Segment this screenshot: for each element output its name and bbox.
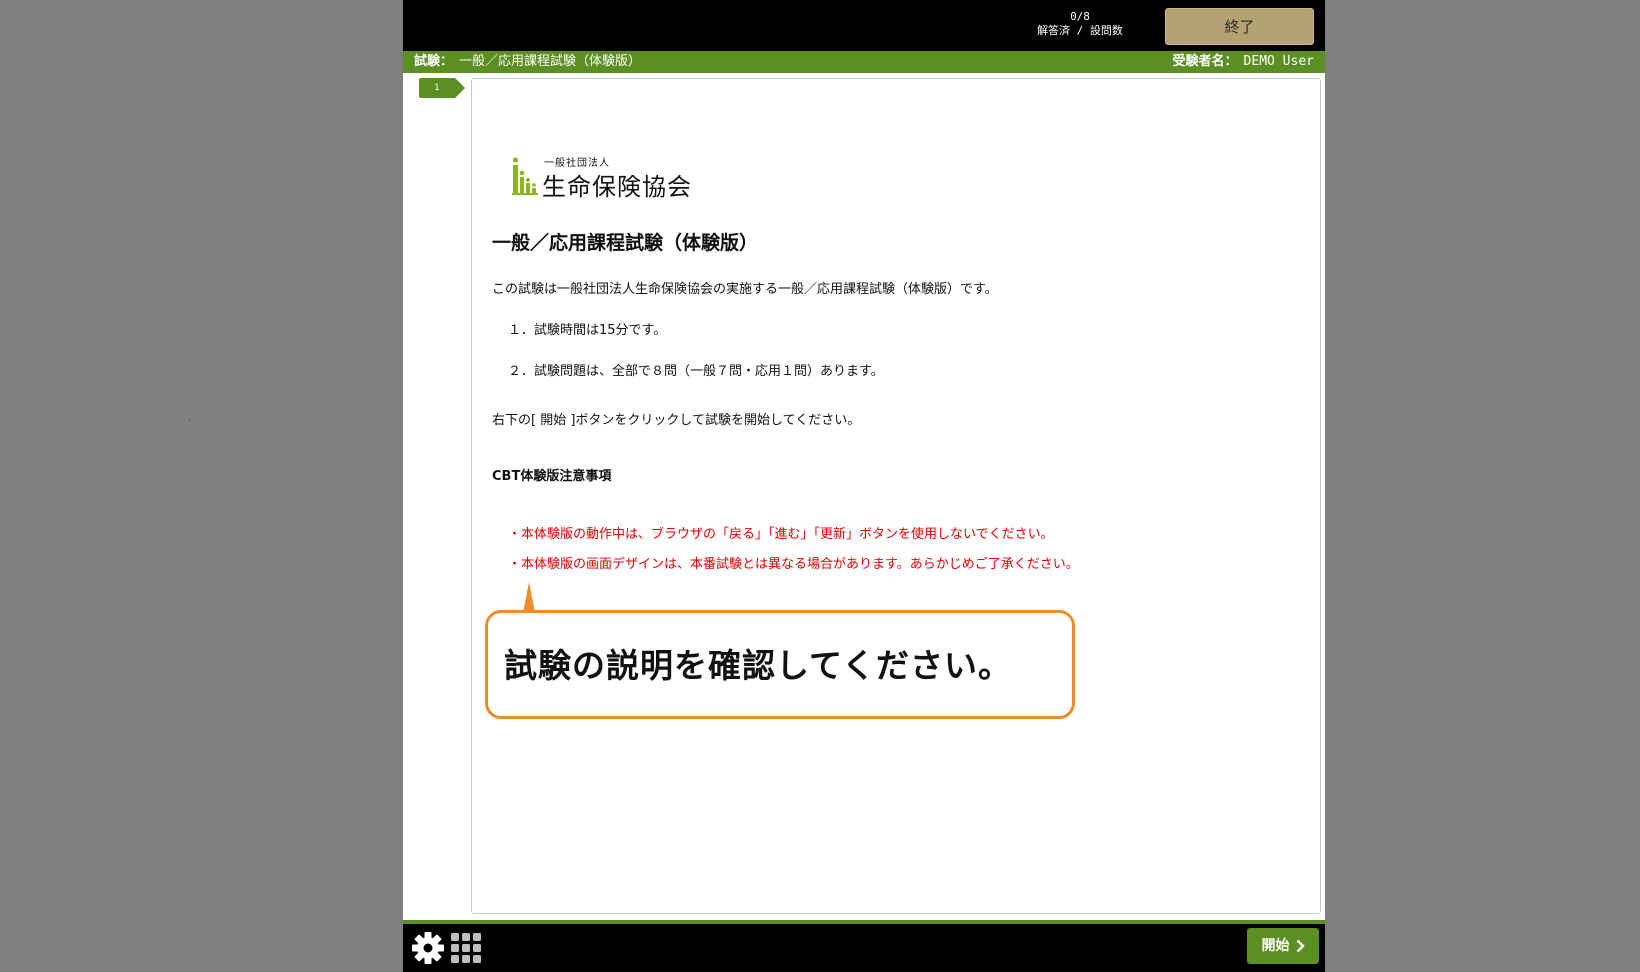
logo-mark-icon — [512, 157, 538, 195]
start-button[interactable]: 開始 — [1247, 928, 1319, 964]
exam-title: 試験： 一般／応用課程試験（体験版） — [414, 51, 641, 73]
progress-label: 解答済 / 設問数 — [1037, 24, 1123, 37]
content-panel: 一般社団法人 生命保険協会 一般／応用課程試験（体験版） この試験は一般社団法人… — [471, 78, 1321, 914]
warning-item-2: ・本体験版の画面デザインは、本番試験とは異なる場合があります。あらかじめご了承く… — [508, 557, 1079, 572]
chevron-right-icon — [1296, 939, 1305, 953]
progress-count: 0/8 — [1070, 10, 1090, 23]
exam-name: 一般／応用課程試験（体験版） — [459, 54, 642, 69]
rule-item-1: １．試験時間は15分です。 — [508, 323, 667, 338]
grid-icon[interactable] — [450, 932, 482, 964]
question-tab-1[interactable]: 1 — [419, 78, 465, 98]
top-bar: 0/8 解答済 / 設問数 終了 — [403, 0, 1325, 51]
intro-text: この試験は一般社団法人生命保険協会の実施する一般／応用課程試験（体験版）です。 — [492, 282, 998, 297]
notes-heading: CBT体験版注意事項 — [492, 469, 612, 484]
progress-indicator: 0/8 解答済 / 設問数 — [1015, 10, 1145, 38]
stray-dot — [189, 420, 190, 421]
end-button[interactable]: 終了 — [1165, 8, 1314, 45]
instruction-text: 右下の[ 開始 ]ボタンをクリックして試験を開始してください。 — [492, 413, 861, 428]
rule-item-2: ２．試験問題は、全部で８問（一般７問・応用１問）あります。 — [508, 364, 884, 379]
candidate-label: 受験者名： — [1172, 54, 1238, 69]
instruction-callout: 試験の説明を確認してください。 — [485, 610, 1075, 719]
exam-info-bar: 試験： 一般／応用課程試験（体験版） 受験者名： DEMO User — [403, 51, 1325, 73]
logo-main-text: 生命保険協会 — [542, 173, 692, 201]
candidate-name: DEMO User — [1243, 54, 1314, 69]
association-logo: 一般社団法人 生命保険協会 — [512, 154, 712, 201]
bottom-bar: 開始 — [403, 924, 1325, 972]
exam-app-window: 0/8 解答済 / 設問数 終了 試験： 一般／応用課程試験（体験版） 受験者名：… — [403, 0, 1325, 972]
candidate-info: 受験者名： DEMO User — [1173, 51, 1314, 73]
page-title: 一般／応用課程試験（体験版） — [492, 232, 759, 254]
warning-item-1: ・本体験版の動作中は、ブラウザの「戻る」「進む」「更新」ボタンを使用しないでくだ… — [508, 527, 1054, 542]
callout-text: 試験の説明を確認してください。 — [504, 646, 1013, 685]
gear-icon[interactable] — [411, 931, 445, 965]
start-button-label: 開始 — [1261, 938, 1290, 954]
exam-label: 試験： — [414, 54, 454, 69]
